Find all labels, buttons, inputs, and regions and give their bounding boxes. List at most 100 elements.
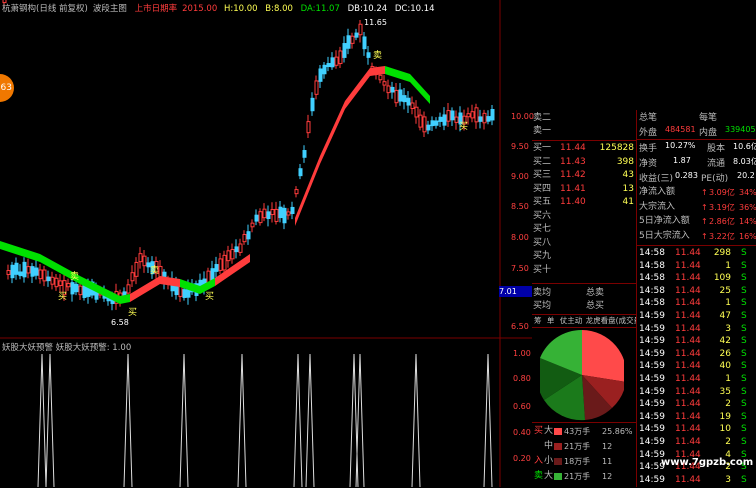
candle xyxy=(126,284,131,294)
sell-signal-2: 卖 xyxy=(150,266,160,276)
spike xyxy=(123,353,133,487)
price-tick: 7.50 xyxy=(511,264,529,273)
total-sell-label: 总卖 xyxy=(586,288,605,298)
tick-time: 14:59 xyxy=(639,437,665,447)
orderbook-row[interactable]: 买十 xyxy=(532,264,636,277)
orderbook-row[interactable]: 买三 11.42 43 xyxy=(532,169,636,182)
level-price: 11.40 xyxy=(560,197,586,207)
candle xyxy=(22,261,27,278)
candle xyxy=(294,189,299,195)
orderbook-row[interactable]: 买一 11.44 125828 xyxy=(532,142,636,155)
per-trade-label: 每笔 xyxy=(699,113,718,123)
candle xyxy=(58,280,63,286)
tick-row: 14:59 11.44 2 S xyxy=(637,436,756,449)
tick-row: 14:59 11.44 42 S xyxy=(637,335,756,348)
orderbook-row[interactable]: 买八 xyxy=(532,237,636,250)
candle xyxy=(182,289,187,298)
flow-side: 买 xyxy=(534,426,544,436)
tick-time: 14:58 xyxy=(639,273,665,284)
tick-row: 14:59 11.44 2 S xyxy=(637,398,756,411)
tick-side: S xyxy=(741,260,747,271)
orderbook-row[interactable]: 买九 xyxy=(532,250,636,263)
orderbook-row[interactable]: 买五 11.40 41 xyxy=(532,196,636,209)
level-volume: 43 xyxy=(622,170,634,180)
candle xyxy=(14,262,19,275)
flow-up-mark: ↑ xyxy=(701,188,708,197)
candle xyxy=(426,124,431,131)
tick-side: S xyxy=(741,323,747,334)
candle xyxy=(54,277,59,288)
flow-pct: 14% xyxy=(739,217,756,226)
candle xyxy=(362,36,367,50)
orderbook-row[interactable]: 卖一 xyxy=(532,125,636,138)
flow-up-mark: ↑ xyxy=(701,202,708,212)
tick-row: 14:59 11.44 3 S xyxy=(637,323,756,336)
level-price: 11.43 xyxy=(560,156,586,167)
candle xyxy=(430,120,435,127)
tick-volume: 10 xyxy=(719,424,731,435)
kline-chart[interactable] xyxy=(0,0,532,487)
tab-active[interactable]: 仗主动 xyxy=(560,316,583,325)
tick-time: 14:59 xyxy=(639,323,665,334)
flow-value: 3.22亿 xyxy=(709,231,735,241)
candle xyxy=(42,269,47,282)
tick-volume: 2 xyxy=(725,437,731,447)
candle xyxy=(402,95,407,103)
tick-volume: 3 xyxy=(725,474,731,485)
tick-row: 14:58 11.44 25 S xyxy=(637,285,756,298)
shares-value: 10.6亿 xyxy=(733,142,756,151)
level-volume: 13 xyxy=(622,183,634,194)
tick-row: 14:59 11.44 35 S xyxy=(637,386,756,399)
flow-pct: 11 xyxy=(602,457,613,466)
orderbook-row[interactable]: 买四 11.41 13 xyxy=(532,183,636,196)
da-label: DA: xyxy=(300,4,316,14)
tab-orders[interactable]: 单 xyxy=(547,316,555,325)
cursor-price-label: 7.01 xyxy=(499,286,532,297)
flow-side: 入 xyxy=(534,456,544,466)
flow-size: 大 xyxy=(544,426,554,436)
candle xyxy=(214,264,219,272)
orderbook-row[interactable]: 买六 xyxy=(532,210,636,223)
tick-time: 14:59 xyxy=(639,474,665,485)
tick-side: S xyxy=(741,411,747,422)
tick-price: 11.44 xyxy=(675,424,701,435)
orderbook-row[interactable]: 卖二 xyxy=(532,112,636,125)
listing-label: 上市日期率 xyxy=(134,4,178,14)
tick-row: 14:59 11.44 19 S xyxy=(637,411,756,424)
flow-up-mark: ↑ xyxy=(701,231,708,241)
candle xyxy=(390,86,395,93)
tick-volume: 26 xyxy=(719,348,731,359)
candle xyxy=(322,64,327,75)
candle xyxy=(422,116,427,133)
netasset-label: 净资 xyxy=(639,159,658,169)
spike xyxy=(179,353,189,487)
pe-value: 20.2 xyxy=(737,171,755,180)
candle xyxy=(302,150,307,158)
candle xyxy=(394,89,399,104)
candle xyxy=(138,253,143,263)
price-tick: 8.00 xyxy=(511,233,529,242)
orderbook-row[interactable]: 买二 11.43 398 xyxy=(532,156,636,169)
indicator-name: 波段主图 xyxy=(92,4,127,14)
panel-tabs: 筹 单 仗主动 龙虎看盘(成交量) xyxy=(532,314,636,328)
tick-row: 14:59 11.44 26 S xyxy=(637,348,756,361)
candle xyxy=(18,271,23,277)
tick-list[interactable]: 14:58 11.44 298 S 14:58 11.44 1 S 14:58 11.44 109 S… xyxy=(637,246,756,487)
tick-price: 11.44 xyxy=(675,348,701,359)
candle xyxy=(234,246,239,253)
tab-chips[interactable]: 筹 xyxy=(534,316,542,325)
indicator-title: 妖股大妖预警 xyxy=(2,343,54,353)
candle xyxy=(418,114,423,128)
spike xyxy=(45,353,55,487)
flow-table: 买大 43万手 25.86% 中 21万手 12 入小 18万手 11 卖大 21万手 12 xyxy=(532,422,636,488)
flow-row: 卖大 21万手 12 xyxy=(532,470,636,483)
flow-up-mark: ↑ xyxy=(701,217,708,226)
tick-side: S xyxy=(741,386,747,397)
candle xyxy=(158,265,163,278)
tick-price: 11.44 xyxy=(675,437,701,447)
flow-side: 卖 xyxy=(534,471,544,481)
flow-size: 大 xyxy=(544,471,554,481)
tab-dragon[interactable]: 龙虎看盘(成交量) xyxy=(586,316,636,325)
orderbook-row[interactable]: 买七 xyxy=(532,223,636,236)
level-price: 11.41 xyxy=(560,183,586,194)
